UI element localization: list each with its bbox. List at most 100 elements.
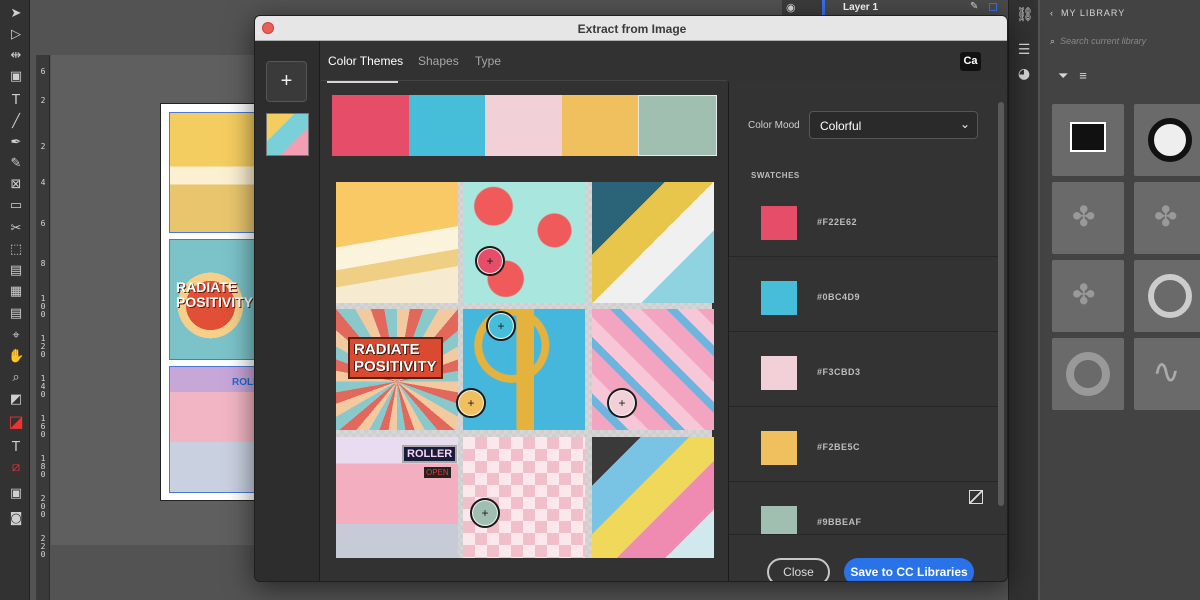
- default-colors-icon[interactable]: ◩: [8, 392, 24, 408]
- image-frame-wave[interactable]: [169, 112, 261, 233]
- palette-icon[interactable]: ◕: [1016, 66, 1032, 82]
- filter-icon[interactable]: ⏷: [1058, 68, 1068, 83]
- ruler-label: 6: [40, 67, 46, 76]
- layer-row[interactable]: Layer 1 ✎: [822, 0, 1008, 16]
- color-picker-2[interactable]: +: [486, 311, 516, 341]
- type-tool-icon[interactable]: T: [8, 93, 24, 109]
- rectangle-frame-tool-icon[interactable]: ⊠: [8, 177, 24, 193]
- rectangle-tool-icon[interactable]: ▭: [8, 198, 24, 214]
- note-tool-icon[interactable]: ▤: [8, 306, 24, 322]
- swatch-chip[interactable]: [761, 506, 797, 534]
- extract-from-image-dialog: Extract from Image + Color Themes Shapes…: [254, 15, 1008, 582]
- color-picker-5[interactable]: +: [470, 498, 500, 528]
- color-picker-4[interactable]: +: [456, 388, 486, 418]
- add-image-button[interactable]: +: [266, 61, 307, 102]
- gradient-swatch-tool-icon[interactable]: ▤: [8, 263, 24, 279]
- pencil-tool-icon[interactable]: ✎: [8, 156, 24, 172]
- fill-stroke-icon[interactable]: ◪: [8, 414, 24, 430]
- zoom-tool-icon[interactable]: ⌕: [8, 370, 24, 386]
- image-tile-arcade: ROLLER OPEN: [336, 437, 458, 558]
- document-page[interactable]: RADIATEPOSITIVITY ROLLER: [160, 103, 261, 501]
- content-collector-icon[interactable]: ▣: [8, 69, 24, 85]
- apply-none-icon[interactable]: ⧄: [8, 460, 24, 476]
- color-picker-1[interactable]: +: [475, 246, 505, 276]
- chevron-left-icon[interactable]: ‹: [1050, 8, 1054, 18]
- ring-icon: [1066, 352, 1110, 396]
- hand-tool-icon[interactable]: ✋: [8, 349, 24, 365]
- swatch-chip[interactable]: [761, 431, 797, 465]
- view-mode-icon[interactable]: ◙: [8, 511, 24, 527]
- swatch-list-scrollbar[interactable]: [998, 102, 1004, 506]
- color-picker-3[interactable]: +: [607, 388, 637, 418]
- source-image[interactable]: RADIATE POSITIVITY ROLLER OPEN + + + + +: [336, 182, 714, 558]
- library-item-ring-2[interactable]: [1052, 338, 1124, 410]
- library-search[interactable]: ⌕ Search current library: [1050, 36, 1200, 52]
- library-item-ball[interactable]: [1134, 104, 1200, 176]
- formatting-container-icon[interactable]: T: [8, 440, 24, 456]
- library-item-holly-3[interactable]: ✤: [1052, 260, 1124, 332]
- ruler-label: 2: [40, 96, 46, 105]
- hamburger-menu-icon[interactable]: ☰: [1016, 42, 1032, 58]
- selection-tool-icon[interactable]: ➤: [8, 6, 24, 22]
- sort-icon[interactable]: ≡: [1079, 68, 1087, 83]
- eyedropper-tool-icon[interactable]: ⌖: [8, 328, 24, 344]
- library-title[interactable]: ‹ MY LIBRARY: [1050, 8, 1125, 18]
- dialog-footer: Close Save to CC Libraries: [729, 534, 1007, 581]
- image-tile-pillows: [592, 182, 714, 303]
- ruler-label: 6: [40, 219, 46, 228]
- ruler-label: 2 0 0: [40, 494, 46, 519]
- ruler-label: 2: [40, 142, 46, 151]
- holly-icon: ✤: [1154, 201, 1178, 232]
- line-tool-icon[interactable]: ╱: [8, 114, 24, 130]
- layer-select-square-icon[interactable]: [989, 3, 997, 11]
- scissors-tool-icon[interactable]: ✂: [8, 221, 24, 237]
- color-mood-dropdown[interactable]: Colorful ⌄: [809, 111, 978, 139]
- links-icon[interactable]: ⛓: [1016, 7, 1034, 23]
- tab-type[interactable]: Type: [475, 54, 501, 68]
- direct-selection-tool-icon[interactable]: ▷: [8, 27, 24, 43]
- swatch-chip[interactable]: [761, 281, 797, 315]
- gap-tool-icon[interactable]: ⇹: [8, 48, 24, 64]
- image-thumbnail[interactable]: [266, 113, 309, 156]
- screen-mode-icon[interactable]: ▣: [8, 486, 24, 502]
- swatch-row[interactable]: #9BBEAF: [729, 482, 1000, 534]
- swatch-chip[interactable]: [761, 356, 797, 390]
- swatch-row[interactable]: #F3CBD3: [729, 332, 1000, 407]
- palette-swatch[interactable]: [408, 95, 486, 156]
- picker-plus-icon: +: [618, 396, 626, 410]
- library-item-wave[interactable]: ∿: [1134, 338, 1200, 410]
- swatch-row[interactable]: #F2BE5C: [729, 407, 1000, 482]
- swatch-row[interactable]: #F22E62: [729, 182, 1000, 257]
- eye-icon[interactable]: ◉: [786, 1, 796, 14]
- palette-swatch[interactable]: [638, 95, 717, 156]
- library-item-holly[interactable]: ✤: [1052, 182, 1124, 254]
- close-button[interactable]: Close: [767, 558, 830, 581]
- frame-text: RADIATE POSITIVITY: [176, 279, 254, 310]
- image-sidebar: +: [255, 41, 320, 581]
- swatch-row[interactable]: #0BC4D9: [729, 257, 1000, 332]
- swatch-chip[interactable]: [761, 206, 797, 240]
- image-frame-arcade[interactable]: ROLLER: [169, 366, 261, 493]
- ruler-label: 1 8 0: [40, 454, 46, 479]
- expand-icon[interactable]: [969, 490, 983, 504]
- layers-panel: ◉ Layer 1 ✎: [782, 0, 1008, 16]
- tab-color-themes[interactable]: Color Themes: [328, 54, 403, 68]
- ruler-label: 1 4 0: [40, 374, 46, 399]
- palette-swatch[interactable]: [561, 95, 639, 156]
- free-transform-tool-icon[interactable]: ⬚: [8, 242, 24, 258]
- tab-shapes[interactable]: Shapes: [418, 54, 459, 68]
- swatch-list: #F22E62 #0BC4D9 #F3CBD3 #F2BE5C #9BBEAF: [729, 182, 1000, 534]
- library-item-camera[interactable]: [1052, 104, 1124, 176]
- ring-icon: [1148, 274, 1192, 318]
- pen-tool-icon[interactable]: ✒: [8, 135, 24, 151]
- swatch-hex: #9BBEAF: [817, 517, 862, 527]
- image-frame-radiate[interactable]: RADIATE POSITIVITY: [169, 239, 261, 360]
- save-to-cc-libraries-button[interactable]: Save to CC Libraries: [844, 558, 974, 581]
- capture-app-badge[interactable]: Ca: [960, 52, 981, 71]
- palette-swatch[interactable]: [332, 95, 409, 156]
- library-item-ring[interactable]: [1134, 260, 1200, 332]
- picker-plus-icon: +: [497, 319, 505, 333]
- library-item-holly-2[interactable]: ✤: [1134, 182, 1200, 254]
- gradient-feather-tool-icon[interactable]: ▦: [8, 284, 24, 300]
- palette-swatch[interactable]: [485, 95, 562, 156]
